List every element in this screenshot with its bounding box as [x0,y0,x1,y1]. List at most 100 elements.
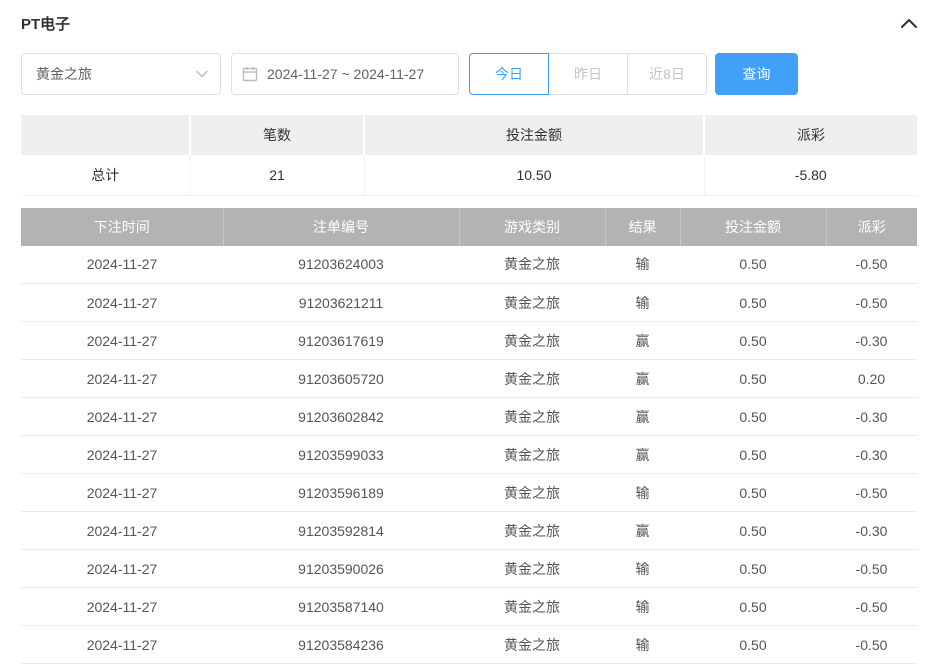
bet-time-cell: 2024-11-27 [21,360,223,398]
table-row: 2024-11-2791203602842黄金之旅赢0.50-0.30 [21,398,917,436]
game-type-cell: 黄金之旅 [459,246,605,284]
summary-total-row: 总计 21 10.50 -5.80 [21,155,917,195]
result-cell: 赢 [605,512,680,550]
header-bet-amount: 投注金额 [680,208,826,246]
payout-cell: -0.50 [826,246,917,284]
table-row: 2024-11-2791203590026黄金之旅输0.50-0.50 [21,550,917,588]
bet-time-cell: 2024-11-27 [21,588,223,626]
table-row: 2024-11-2791203605720黄金之旅赢0.500.20 [21,360,917,398]
bet-amount-cell: 0.50 [680,284,826,322]
order-id-cell: 91203605720 [223,360,459,398]
pt-games-panel: PT电子 黄金之旅 2024-11-27 ~ 2024-11-27 今日 [0,0,938,664]
result-cell: 输 [605,284,680,322]
summary-header-count: 笔数 [190,115,364,155]
header-bet-time: 下注时间 [21,208,223,246]
order-id-cell: 91203584236 [223,626,459,664]
result-cell: 赢 [605,360,680,398]
filter-row: 黄金之旅 2024-11-27 ~ 2024-11-27 今日 昨日 近8日 查… [21,53,921,95]
game-type-cell: 黄金之旅 [459,474,605,512]
summary-header-row: 笔数 投注金额 派彩 [21,115,917,155]
payout-cell: -0.30 [826,512,917,550]
payout-cell: -0.50 [826,284,917,322]
chevron-down-icon [196,70,208,78]
game-type-cell: 黄金之旅 [459,322,605,360]
summary-payout-value: -5.80 [704,155,917,195]
result-cell: 赢 [605,436,680,474]
payout-cell: -0.50 [826,588,917,626]
bet-time-cell: 2024-11-27 [21,284,223,322]
bet-time-cell: 2024-11-27 [21,436,223,474]
bet-amount-cell: 0.50 [680,512,826,550]
game-select[interactable]: 黄金之旅 [21,53,221,95]
bet-amount-cell: 0.50 [680,360,826,398]
header-payout: 派彩 [826,208,917,246]
header-order-id: 注单编号 [223,208,459,246]
game-type-cell: 黄金之旅 [459,436,605,474]
last-8-days-button[interactable]: 近8日 [627,53,707,95]
bet-amount-cell: 0.50 [680,626,826,664]
bet-time-cell: 2024-11-27 [21,246,223,284]
summary-bet-amount-value: 10.50 [364,155,704,195]
payout-cell: -0.30 [826,322,917,360]
table-row: 2024-11-2791203599033黄金之旅赢0.50-0.30 [21,436,917,474]
bet-amount-cell: 0.50 [680,436,826,474]
calendar-icon [242,66,258,82]
payout-cell: -0.30 [826,436,917,474]
header-result: 结果 [605,208,680,246]
quick-range-button-group: 今日 昨日 近8日 [469,53,707,95]
result-cell: 输 [605,246,680,284]
game-type-cell: 黄金之旅 [459,626,605,664]
table-row: 2024-11-2791203592814黄金之旅赢0.50-0.30 [21,512,917,550]
table-row: 2024-11-2791203584236黄金之旅输0.50-0.50 [21,626,917,664]
order-id-cell: 91203602842 [223,398,459,436]
bet-amount-cell: 0.50 [680,588,826,626]
header-game-type: 游戏类别 [459,208,605,246]
search-button[interactable]: 查询 [715,53,798,95]
bet-amount-cell: 0.50 [680,550,826,588]
collapse-panel-button[interactable] [897,11,921,35]
table-row: 2024-11-2791203587140黄金之旅输0.50-0.50 [21,588,917,626]
page-title: PT电子 [21,13,70,34]
bet-time-cell: 2024-11-27 [21,512,223,550]
date-range-input[interactable]: 2024-11-27 ~ 2024-11-27 [231,53,459,95]
bet-time-cell: 2024-11-27 [21,626,223,664]
game-select-value: 黄金之旅 [36,64,92,84]
result-cell: 输 [605,626,680,664]
payout-cell: -0.50 [826,626,917,664]
result-cell: 赢 [605,398,680,436]
game-type-cell: 黄金之旅 [459,512,605,550]
game-type-cell: 黄金之旅 [459,588,605,626]
payout-cell: -0.30 [826,398,917,436]
order-id-cell: 91203587140 [223,588,459,626]
payout-cell: -0.50 [826,550,917,588]
result-cell: 赢 [605,322,680,360]
table-row: 2024-11-2791203624003黄金之旅输0.50-0.50 [21,246,917,284]
summary-table: 笔数 投注金额 派彩 总计 21 10.50 -5.80 [21,115,917,196]
chevron-up-icon [901,18,917,28]
bet-amount-cell: 0.50 [680,398,826,436]
yesterday-button[interactable]: 昨日 [548,53,628,95]
bet-time-cell: 2024-11-27 [21,550,223,588]
bet-amount-cell: 0.50 [680,322,826,360]
result-cell: 输 [605,474,680,512]
table-row: 2024-11-2791203621211黄金之旅输0.50-0.50 [21,284,917,322]
date-range-value: 2024-11-27 ~ 2024-11-27 [267,66,424,82]
game-type-cell: 黄金之旅 [459,284,605,322]
today-button[interactable]: 今日 [469,53,549,95]
bet-amount-cell: 0.50 [680,474,826,512]
order-id-cell: 91203590026 [223,550,459,588]
game-type-cell: 黄金之旅 [459,550,605,588]
order-id-cell: 91203621211 [223,284,459,322]
summary-header-blank [21,115,190,155]
table-body: 2024-11-2791203624003黄金之旅输0.50-0.502024-… [21,246,917,664]
summary-header-bet-amount: 投注金额 [364,115,704,155]
result-cell: 输 [605,588,680,626]
bet-amount-cell: 0.50 [680,246,826,284]
table-row: 2024-11-2791203617619黄金之旅赢0.50-0.30 [21,322,917,360]
order-id-cell: 91203624003 [223,246,459,284]
game-type-cell: 黄金之旅 [459,360,605,398]
table-header-row: 下注时间 注单编号 游戏类别 结果 投注金额 派彩 [21,208,917,246]
bet-time-cell: 2024-11-27 [21,398,223,436]
panel-header: PT电子 [21,10,921,36]
order-id-cell: 91203599033 [223,436,459,474]
